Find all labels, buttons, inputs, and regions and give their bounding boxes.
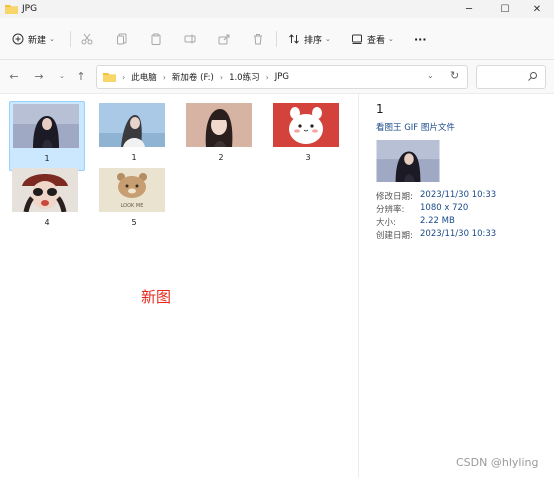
details-key: 修改日期: — [376, 192, 413, 202]
file-list: 1 1 2 3 4 LOOK ME 5 — [0, 94, 358, 478]
breadcrumb-item[interactable]: JPG — [275, 72, 289, 82]
details-file-name: 1 — [376, 102, 384, 116]
watermark: CSDN @hlyling — [456, 456, 539, 469]
close-button[interactable]: ✕ — [520, 0, 554, 18]
breadcrumb-item[interactable]: 新加卷 (F:) — [172, 71, 214, 83]
more-options-button[interactable]: ··· — [414, 30, 427, 48]
details-row: 修改日期: 2023/11/30 10:33 — [376, 190, 496, 202]
folder-icon — [103, 73, 116, 82]
details-key: 分辨率: — [376, 205, 405, 215]
chevron-right-icon: › — [219, 72, 224, 82]
chevron-right-icon: › — [122, 72, 126, 82]
sort-icon — [289, 34, 299, 44]
file-item[interactable]: 1 — [9, 101, 85, 171]
details-value: 2.22 MB — [420, 216, 455, 226]
navigation-bar: ← → ⌄ ↑ › 此电脑 › 新加卷 (F:) › 1.0练习 › JPG ⌄… — [0, 60, 554, 94]
image-thumbnail — [13, 104, 79, 148]
divider — [276, 31, 277, 47]
copy-icon — [117, 33, 127, 45]
file-name: 2 — [218, 153, 224, 162]
breadcrumb-item[interactable]: 1.0练习 — [229, 71, 260, 83]
chevron-right-icon: › — [265, 72, 269, 82]
search-icon — [528, 72, 537, 81]
scissors-icon — [81, 33, 93, 45]
folder-icon — [5, 5, 18, 14]
image-thumbnail: LOOK ME — [99, 168, 165, 212]
details-row: 分辨率: 1080 x 720 — [376, 203, 468, 215]
chevron-down-icon: ⌄ — [49, 35, 55, 43]
annotation-text: 新图 — [141, 288, 172, 306]
sort-label: 排序 — [304, 35, 323, 46]
view-label: 查看 — [367, 35, 386, 46]
file-item[interactable]: 2 — [183, 101, 259, 171]
details-value: 1080 x 720 — [420, 203, 469, 213]
file-item[interactable]: LOOK ME 5 — [96, 166, 172, 236]
thumbnail-caption: LOOK ME — [121, 203, 144, 209]
details-pane: 1 看图王 GIF 图片文件 修改日期: 2023/11/30 10:33 分辨… — [359, 94, 554, 478]
rename-button[interactable] — [184, 30, 196, 48]
chevron-down-icon: ⌄ — [388, 35, 394, 43]
view-icon — [352, 34, 362, 44]
file-name: 1 — [131, 153, 137, 162]
clipboard-icon — [151, 33, 161, 45]
file-name: 5 — [131, 218, 137, 227]
maximize-button[interactable]: ☐ — [488, 0, 522, 18]
file-name: 3 — [305, 153, 311, 162]
file-item[interactable]: 4 — [9, 166, 85, 236]
breadcrumb-item[interactable]: 此电脑 — [131, 71, 157, 83]
chevron-down-icon: ⌄ — [325, 35, 331, 43]
share-icon — [218, 34, 230, 45]
image-thumbnail — [12, 168, 78, 212]
rename-icon — [184, 34, 196, 44]
command-bar: 新建 ⌄ 排序 ⌄ 查看 ⌄ ··· — [0, 18, 554, 60]
paste-button[interactable] — [150, 30, 162, 48]
forward-arrow-icon[interactable]: → — [32, 69, 46, 83]
chevron-right-icon: › — [162, 72, 166, 82]
copy-button[interactable] — [116, 30, 128, 48]
details-preview — [376, 140, 440, 182]
image-thumbnail — [99, 103, 165, 147]
address-dropdown-icon[interactable]: ⌄ — [427, 71, 434, 80]
plus-circle-icon — [12, 33, 24, 45]
search-input[interactable] — [476, 65, 546, 89]
details-key: 大小: — [376, 218, 396, 228]
details-value: 2023/11/30 10:33 — [420, 229, 497, 239]
file-name: 4 — [44, 218, 50, 227]
details-file-type: 看图王 GIF 图片文件 — [376, 123, 455, 133]
details-row: 大小: 2.22 MB — [376, 216, 455, 228]
address-bar[interactable]: › 此电脑 › 新加卷 (F:) › 1.0练习 › JPG ⌄ ↻ — [96, 65, 468, 89]
sort-button[interactable]: 排序 ⌄ — [288, 30, 331, 48]
breadcrumb: › 此电脑 › 新加卷 (F:) › 1.0练习 › JPG — [103, 66, 289, 88]
divider — [70, 31, 71, 47]
new-button[interactable]: 新建 ⌄ — [12, 30, 55, 48]
up-arrow-icon[interactable]: ↑ — [74, 69, 88, 83]
file-name: 1 — [44, 154, 50, 163]
image-thumbnail — [273, 103, 339, 147]
trash-icon — [254, 34, 262, 45]
recent-locations-chevron-icon[interactable]: ⌄ — [55, 69, 69, 83]
details-row: 创建日期: 2023/11/30 10:33 — [376, 229, 496, 241]
delete-button[interactable] — [252, 30, 264, 48]
share-button[interactable] — [218, 30, 230, 48]
file-item[interactable]: 1 — [96, 101, 172, 171]
details-key: 创建日期: — [376, 231, 413, 241]
minimize-button[interactable]: ─ — [452, 0, 486, 18]
details-value: 2023/11/30 10:33 — [420, 190, 497, 200]
cut-button[interactable] — [81, 30, 93, 48]
window-title: JPG — [22, 4, 38, 14]
image-thumbnail — [186, 103, 252, 147]
refresh-icon[interactable]: ↻ — [450, 69, 459, 82]
back-arrow-icon[interactable]: ← — [7, 69, 21, 83]
new-label: 新建 — [28, 35, 47, 46]
file-item[interactable]: 3 — [270, 101, 346, 171]
view-button[interactable]: 查看 ⌄ — [351, 30, 394, 48]
